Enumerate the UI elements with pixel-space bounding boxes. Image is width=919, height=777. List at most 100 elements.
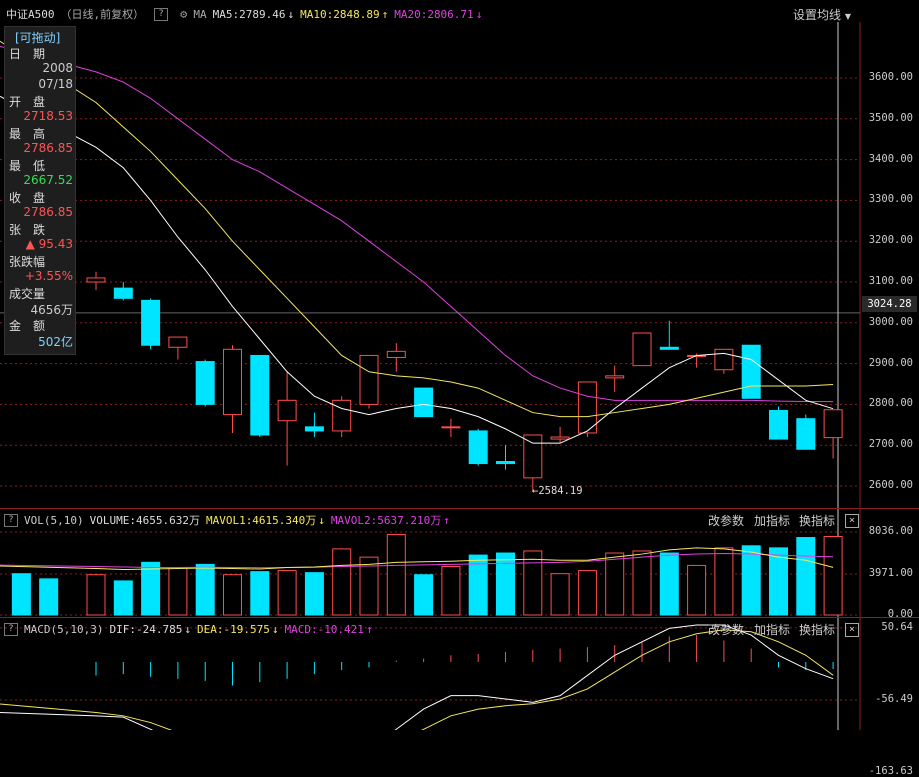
macd-params-button[interactable]: 改参数	[708, 621, 744, 638]
change-value: ▲ 95.43	[25, 237, 73, 251]
candle-body	[223, 348, 242, 416]
candle-body	[414, 387, 434, 418]
mavol2-line	[0, 553, 834, 569]
macd-tick-label: -163.63	[868, 765, 913, 777]
volume-bar	[277, 570, 297, 616]
price-tick-label: 3000.00	[868, 315, 913, 328]
candle-body	[823, 409, 843, 439]
low-label: 最 低	[9, 159, 46, 173]
mavol1-line	[0, 547, 834, 571]
vol-switch-indicator-button[interactable]: 换指标	[799, 512, 835, 529]
low-price-value: 2584.19	[538, 485, 583, 497]
volume-bar	[523, 550, 543, 616]
high-label: 最 高	[9, 127, 46, 141]
open-value: 2718.53	[23, 109, 73, 123]
macd-switch-indicator-button[interactable]: 换指标	[799, 621, 835, 638]
candle-body	[769, 410, 788, 440]
low-price-marker: ←2584.19	[532, 485, 583, 497]
volume-bar	[687, 564, 707, 616]
volume-bar	[195, 563, 215, 616]
candle-body	[550, 436, 570, 440]
candle-body	[386, 350, 406, 358]
candle-body	[523, 434, 543, 479]
macd-dif: DIF:-24.785	[109, 622, 183, 636]
volume-value: 4656万	[30, 303, 73, 317]
price-tick-label: 3400.00	[868, 152, 913, 165]
candle-body	[741, 344, 761, 399]
ma10-line	[0, 40, 834, 418]
volume-bar	[113, 580, 133, 616]
pct-value: +3.55%	[24, 269, 73, 283]
volume-bar	[250, 571, 270, 616]
dea-line	[0, 629, 834, 730]
volume-bar	[141, 561, 161, 616]
amount-value: 502亿	[38, 335, 73, 349]
close-label: 收 盘	[9, 191, 46, 205]
low-value: 2667.52	[23, 173, 73, 187]
price-tick-label: 3300.00	[868, 193, 913, 206]
volume-bar	[577, 570, 597, 616]
data-window[interactable]: [可拖动] 日 期 2008 07/18 开 盘 2718.53 最 高 278…	[4, 26, 76, 355]
candle-body	[714, 348, 734, 371]
volume-bar	[168, 566, 188, 616]
candle-body	[141, 299, 161, 346]
ma20-line	[0, 45, 834, 403]
volume-bar	[304, 572, 324, 616]
vol-mavol1: MAVOL1:4615.340万	[205, 514, 317, 527]
candle-body	[605, 375, 625, 379]
vol-tick-label: 3971.00	[868, 566, 913, 579]
close-value: 2786.85	[23, 205, 73, 219]
candle-body	[195, 361, 215, 405]
macd-close-icon[interactable]: ×	[845, 623, 859, 637]
volume-bar	[632, 550, 652, 616]
volume-bar	[223, 574, 242, 616]
vol-title[interactable]: VOL(5,10)	[24, 514, 84, 527]
candle-body	[659, 346, 679, 350]
arrow-up-icon: ↑	[443, 513, 450, 527]
candle-body	[441, 426, 461, 429]
price-tick-label: 2700.00	[868, 438, 913, 451]
macd-tick-label: -56.49	[875, 693, 913, 705]
help-icon[interactable]: ?	[4, 622, 18, 636]
volume-bar	[441, 565, 461, 616]
vol-close-icon[interactable]: ×	[845, 514, 859, 528]
pct-label: 张跌幅	[9, 255, 46, 269]
help-icon[interactable]: ?	[4, 513, 18, 527]
arrow-down-icon: ↓	[271, 622, 279, 636]
volume-bar	[741, 545, 761, 616]
high-value: 2786.85	[23, 141, 73, 155]
price-tick-label: 3100.00	[868, 275, 913, 287]
open-label: 开 盘	[9, 95, 46, 109]
volume-bar	[714, 547, 734, 616]
volume-bar	[823, 536, 843, 616]
panel-divider	[0, 617, 919, 618]
change-label: 张 跌	[9, 223, 46, 237]
volume-bar	[39, 578, 59, 616]
price-tick-label: 3500.00	[868, 111, 913, 124]
vol-volume: VOLUME:4655.632万	[89, 514, 200, 527]
volume-bar	[11, 573, 31, 616]
macd-value: MACD:-10.421	[284, 622, 364, 636]
macd-add-indicator-button[interactable]: 加指标	[754, 621, 790, 638]
volume-bar	[605, 552, 625, 616]
candle-body	[796, 418, 816, 450]
vol-add-indicator-button[interactable]: 加指标	[754, 512, 790, 529]
volume-bar	[414, 574, 434, 616]
macd-title[interactable]: MACD(5,10,3)	[24, 623, 103, 636]
volume-bar	[86, 574, 106, 616]
candle-body	[113, 287, 133, 299]
candle-body	[496, 461, 515, 465]
drag-handle[interactable]: [可拖动]	[15, 29, 60, 46]
volume-bar	[496, 552, 515, 616]
volume-bar	[332, 548, 352, 616]
panel-divider	[0, 508, 919, 509]
date-year: 2008	[42, 61, 73, 75]
price-tick-label: 3600.00	[868, 71, 913, 83]
macd-tick-label: 50.64	[881, 620, 913, 633]
vol-params-button[interactable]: 改参数	[708, 512, 744, 529]
candle-body	[277, 399, 297, 422]
candle-body	[332, 399, 352, 432]
volume-label: 成交量	[9, 287, 46, 301]
date-md: 07/18	[38, 77, 73, 91]
arrow-down-icon: ↓	[184, 622, 191, 636]
